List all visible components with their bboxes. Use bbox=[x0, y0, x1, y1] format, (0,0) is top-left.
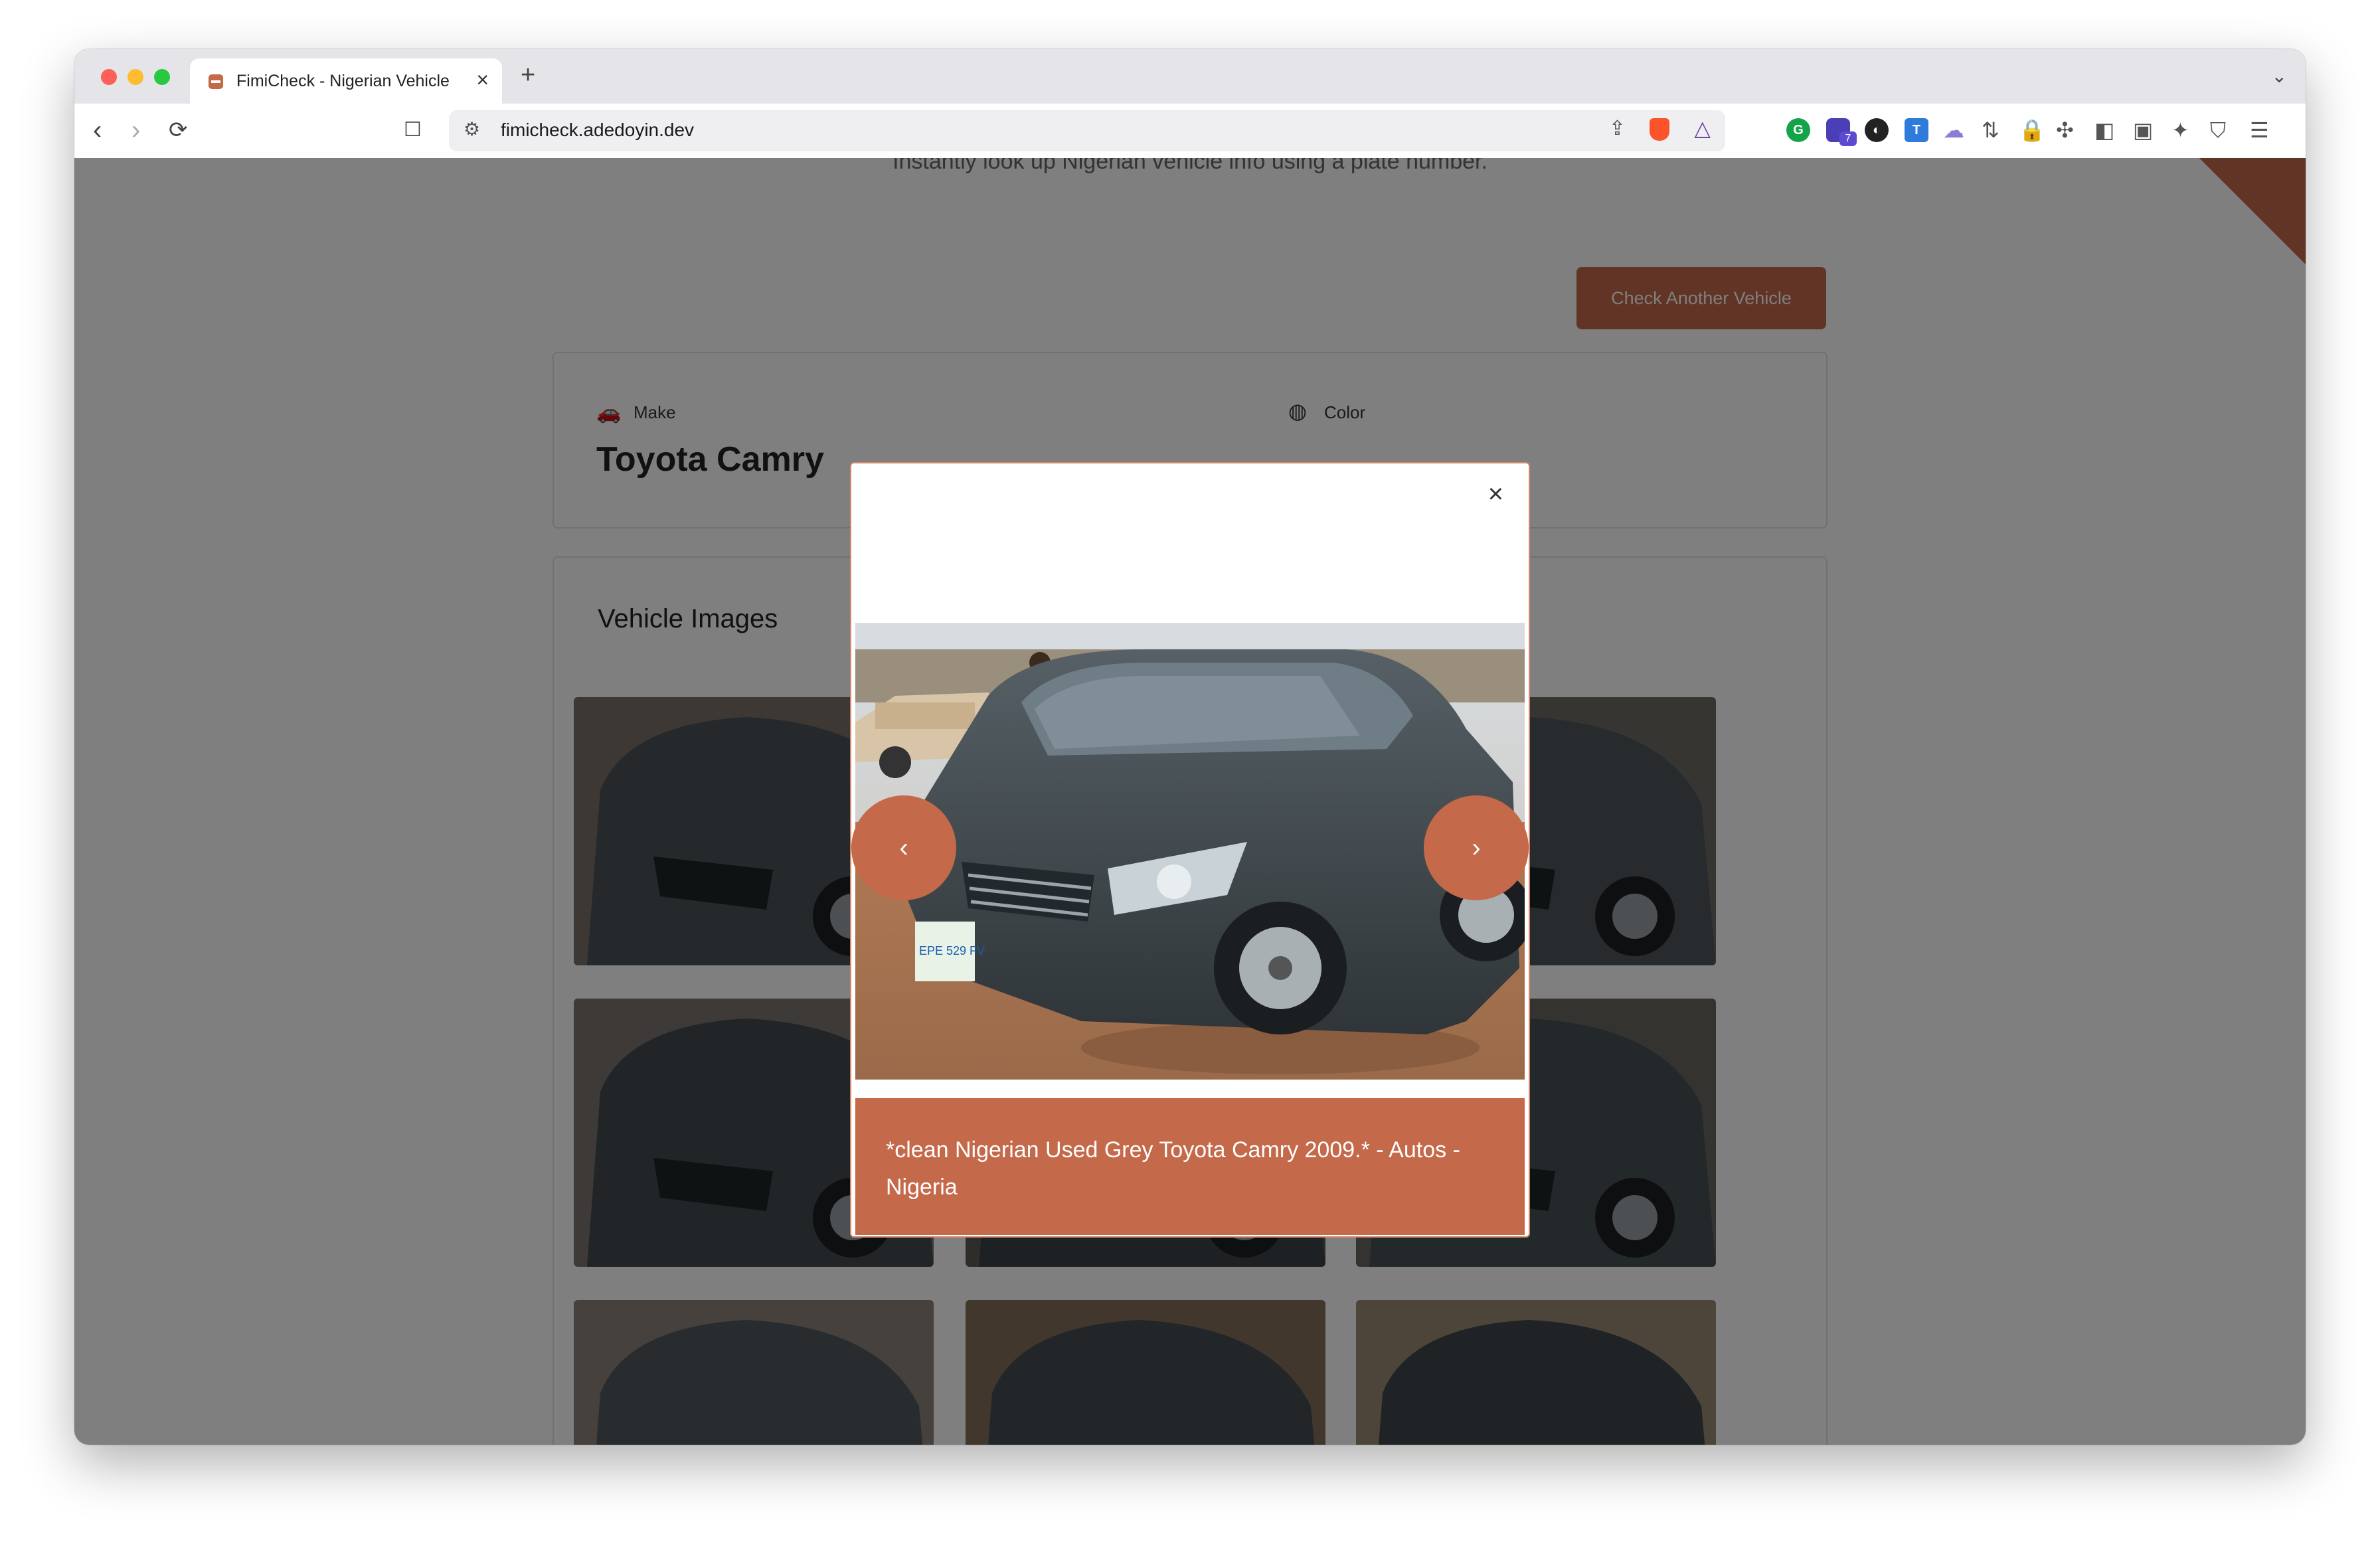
forward-icon[interactable]: › bbox=[131, 116, 140, 145]
translate-extension-icon[interactable]: T bbox=[1905, 118, 1928, 142]
image-caption-text: *clean Nigerian Used Grey Toyota Camry 2… bbox=[886, 1137, 1460, 1200]
image-caption-bar: *clean Nigerian Used Grey Toyota Camry 2… bbox=[855, 1098, 1525, 1235]
site-favicon-icon bbox=[209, 74, 223, 89]
sync-extension-icon[interactable]: ⇅ bbox=[1982, 116, 1999, 145]
vpn-shield-icon[interactable]: ⛉ bbox=[2210, 116, 2226, 145]
back-icon[interactable]: ‹ bbox=[93, 116, 102, 145]
lock-extension-icon[interactable]: 🔒 bbox=[2019, 116, 2045, 145]
page-viewport: Instantly look up Nigerian vehicle info … bbox=[74, 158, 2306, 1445]
new-tab-button[interactable]: + bbox=[521, 62, 535, 88]
address-bar[interactable]: ⚙ fimicheck.adedoyin.dev ⇪ △ bbox=[449, 110, 1725, 151]
minimize-window-button[interactable] bbox=[128, 69, 143, 85]
extension-badge: 7 bbox=[1839, 131, 1857, 146]
browser-window: FimiCheck - Nigerian Vehicle × + ⌄ ‹ › ⟳… bbox=[74, 49, 2306, 1445]
modal-close-button[interactable]: × bbox=[1488, 481, 1503, 507]
browser-tab[interactable]: FimiCheck - Nigerian Vehicle × bbox=[190, 58, 502, 104]
brave-shields-icon[interactable] bbox=[1650, 118, 1669, 141]
tab-list-dropdown-icon[interactable]: ⌄ bbox=[2272, 65, 2287, 87]
tab-title: FimiCheck - Nigerian Vehicle bbox=[236, 72, 449, 90]
bookmark-icon[interactable]: ☐ bbox=[404, 116, 422, 145]
close-window-button[interactable] bbox=[101, 69, 117, 85]
site-settings-icon[interactable]: ⚙ bbox=[464, 118, 480, 140]
plate-number-text: EPE 529 FV bbox=[919, 944, 985, 957]
cloud-extension-icon[interactable]: ☁ bbox=[1943, 116, 1964, 145]
dark-extension-icon[interactable]: ◐ bbox=[1865, 118, 1889, 142]
next-image-button[interactable]: › bbox=[1424, 795, 1529, 900]
menu-icon[interactable]: ☰ bbox=[2250, 116, 2269, 145]
grammarly-extension-icon[interactable]: G bbox=[1786, 118, 1810, 142]
brave-rewards-icon[interactable]: △ bbox=[1694, 116, 1711, 141]
share-icon[interactable]: ⇪ bbox=[1609, 117, 1626, 140]
zoom-window-button[interactable] bbox=[154, 69, 170, 85]
extensions-puzzle-icon[interactable]: ✣ bbox=[2056, 116, 2074, 145]
wallet-icon[interactable]: ▣ bbox=[2133, 116, 2153, 145]
tab-close-button[interactable]: × bbox=[476, 69, 489, 90]
url-text: fimicheck.adedoyin.dev bbox=[501, 120, 695, 140]
reload-icon[interactable]: ⟳ bbox=[169, 116, 188, 145]
browser-toolbar: ‹ › ⟳ ☐ ⚙ fimicheck.adedoyin.dev ⇪ △ G 7… bbox=[74, 104, 2306, 159]
image-lightbox-modal: × EPE 529 FV ‹ › *clean Nigerian Used Gr… bbox=[850, 462, 1530, 1238]
tab-strip: FimiCheck - Nigerian Vehicle × + ⌄ bbox=[74, 49, 2306, 104]
sidebar-toggle-icon[interactable]: ◧ bbox=[2094, 116, 2114, 145]
previous-image-button[interactable]: ‹ bbox=[851, 795, 956, 900]
leo-ai-icon[interactable]: ✦ bbox=[2171, 116, 2189, 145]
